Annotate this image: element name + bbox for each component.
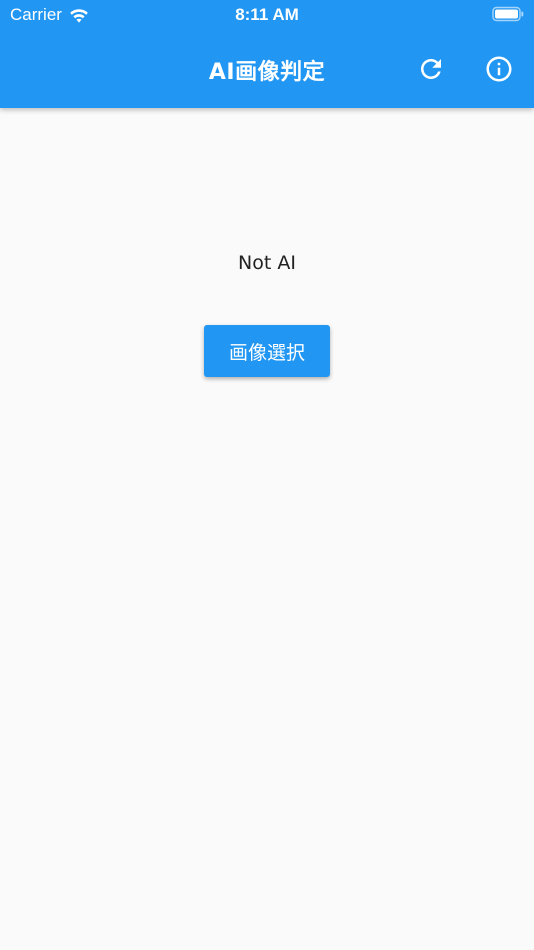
refresh-icon [421,59,441,79]
refresh-button[interactable] [410,48,452,90]
status-bar: Carrier 8:11 AM [0,0,534,30]
toolbar: AI画像判定 [0,40,534,98]
info-icon [486,56,512,82]
app-bar: Carrier 8:11 AM AI画像判定 [0,0,534,108]
page-title: AI画像判定 [208,60,326,85]
battery-icon [492,6,524,22]
select-image-button[interactable]: 画像選択 [204,325,330,377]
info-button[interactable] [478,48,520,90]
main-content: Not AI 画像選択 [0,108,534,950]
result-text: Not AI [238,252,296,274]
status-time: 8:11 AM [235,5,299,24]
